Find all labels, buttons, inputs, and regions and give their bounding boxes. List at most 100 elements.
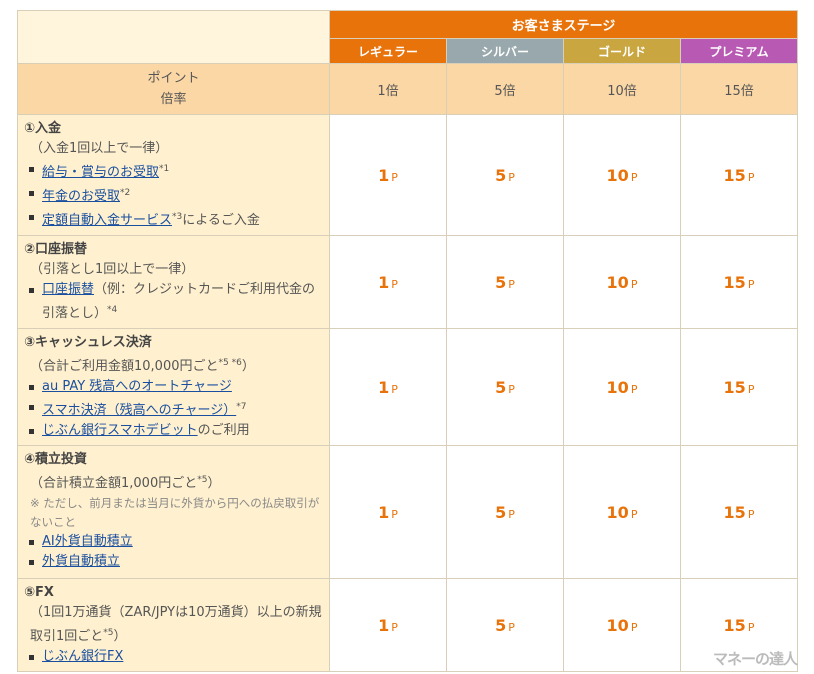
points-cell: 1P — [329, 578, 447, 672]
category-account-transfer: ②口座振替 （引落とし1回以上で一律） 口座振替（例：クレジットカードご利用代金… — [17, 235, 330, 329]
list-item: 定額自動入金サービス*3によるご入金 — [24, 207, 323, 231]
fx-accumulation-link[interactable]: 外貨自動積立 — [42, 554, 120, 569]
points-table: お客さまステージ レギュラー シルバー ゴールド プレミアム ポイント 倍率 1… — [17, 10, 798, 672]
rate-silver: 5倍 — [446, 63, 564, 115]
list-item: au PAY 残高へのオートチャージ — [24, 377, 323, 397]
rate-label-line1: ポイント — [147, 71, 200, 86]
table-row: ②口座振替 （引落とし1回以上で一律） 口座振替（例：クレジットカードご利用代金… — [17, 235, 798, 329]
stage-header-title: お客さまステージ — [329, 10, 798, 39]
points-value: 1 — [378, 377, 390, 397]
category-investment: ④積立投資 （合計積立金額1,000円ごと*5） ※ ただし、前月または当月に外… — [17, 445, 330, 579]
points-cell: 5P — [446, 445, 564, 579]
points-cell: 15 P — [680, 328, 798, 446]
points-unit: P — [508, 277, 515, 291]
category-title: ④積立投資 — [24, 452, 88, 467]
points-unit: P — [391, 620, 398, 634]
ai-fx-accumulation-link[interactable]: AI外貨自動積立 — [42, 534, 133, 549]
account-transfer-link[interactable]: 口座振替 — [42, 282, 94, 297]
points-cell: 10 P — [563, 578, 681, 672]
points-cell: 15 P — [680, 235, 798, 329]
points-value: 1 — [378, 615, 390, 635]
list-item: 給与・賞与のお受取*1 — [24, 159, 323, 183]
category-fx: ⑤FX （1回1万通貨（ZAR/JPYは10万通貨）以上の新規取引1回ごと*5）… — [17, 578, 330, 672]
points-value: 10 — [606, 165, 629, 185]
points-unit: P — [391, 277, 398, 291]
points-value: 5 — [495, 272, 507, 292]
points-unit: P — [630, 620, 638, 634]
category-title: ②口座振替 — [24, 242, 88, 257]
points-value: 1 — [378, 165, 390, 185]
category-title: ③キャッシュレス決済 — [24, 335, 152, 350]
points-unit: P — [747, 382, 755, 396]
list-item: AI外貨自動積立 — [24, 532, 323, 552]
rate-regular: 1倍 — [329, 63, 447, 115]
jibun-bank-fx-link[interactable]: じぶん銀行FX — [42, 649, 123, 664]
points-value: 15 — [723, 165, 746, 185]
points-unit: P — [630, 170, 638, 184]
points-value: 5 — [495, 615, 507, 635]
list-item: スマホ決済（残高へのチャージ）*7 — [24, 397, 323, 421]
point-rate-label: ポイント 倍率 — [17, 63, 330, 115]
table-row: ④積立投資 （合計積立金額1,000円ごと*5） ※ ただし、前月または当月に外… — [17, 445, 798, 579]
rate-gold: 10倍 — [563, 63, 681, 115]
points-cell: 10 P — [563, 114, 681, 236]
points-unit: P — [508, 620, 515, 634]
points-unit: P — [508, 170, 515, 184]
points-unit: P — [747, 620, 755, 634]
points-unit: P — [630, 382, 638, 396]
stage-gold: ゴールド — [563, 38, 681, 64]
stage-silver: シルバー — [446, 38, 564, 64]
footnote-mark: *5 — [197, 475, 208, 485]
points-value: 15 — [723, 272, 746, 292]
points-value: 15 — [723, 615, 746, 635]
points-unit: P — [391, 170, 398, 184]
header-corner — [17, 10, 330, 64]
smartphone-debit-link[interactable]: じぶん銀行スマホデビット — [42, 423, 198, 438]
list-item: じぶん銀行スマホデビットのご利用 — [24, 421, 323, 441]
points-unit: P — [747, 277, 755, 291]
points-cell: 5P — [446, 328, 564, 446]
footnote-mark: *5 — [103, 628, 114, 638]
table-row: ⑤FX （1回1万通貨（ZAR/JPYは10万通貨）以上の新規取引1回ごと*5）… — [17, 578, 798, 672]
points-unit: P — [391, 382, 398, 396]
category-note: （引落とし1回以上で一律） — [30, 262, 195, 277]
points-unit: P — [630, 277, 638, 291]
salary-link[interactable]: 給与・賞与のお受取 — [42, 165, 159, 180]
footnote-mark: *3 — [172, 212, 183, 222]
points-value: 10 — [606, 502, 629, 522]
points-cell: 10 P — [563, 235, 681, 329]
auto-deposit-link[interactable]: 定額自動入金サービス — [42, 213, 172, 228]
points-unit: P — [508, 382, 515, 396]
au-pay-charge-link[interactable]: au PAY 残高へのオートチャージ — [42, 379, 232, 394]
list-item: じぶん銀行FX — [24, 647, 323, 667]
list-item: 口座振替（例：クレジットカードご利用代金の引落とし）*4 — [24, 280, 323, 324]
points-unit: P — [391, 507, 398, 521]
footnote-mark: *4 — [107, 305, 118, 315]
points-value: 1 — [378, 272, 390, 292]
category-warning: ※ ただし、前月または当月に外貨から円への払戻取引がないこと — [30, 496, 320, 529]
points-value: 10 — [606, 615, 629, 635]
points-value: 15 — [723, 377, 746, 397]
points-cell: 5P — [446, 114, 564, 236]
points-value: 5 — [495, 377, 507, 397]
points-cell: 5P — [446, 235, 564, 329]
footnote-mark: *2 — [120, 188, 131, 198]
pension-link[interactable]: 年金のお受取 — [42, 189, 120, 204]
points-value: 5 — [495, 165, 507, 185]
points-cell: 5P — [446, 578, 564, 672]
points-value: 10 — [606, 377, 629, 397]
points-unit: P — [630, 507, 638, 521]
rate-premium: 15倍 — [680, 63, 798, 115]
category-title: ①入金 — [24, 121, 62, 136]
category-note: （合計ご利用金額10,000円ごと*5 *6） — [30, 358, 255, 374]
points-cell: 1P — [329, 445, 447, 579]
points-unit: P — [508, 507, 515, 521]
points-value: 5 — [495, 502, 507, 522]
points-unit: P — [747, 507, 755, 521]
smartphone-payment-link[interactable]: スマホ決済（残高へのチャージ） — [42, 403, 236, 418]
stage-premium: プレミアム — [680, 38, 798, 64]
category-note: （1回1万通貨（ZAR/JPYは10万通貨）以上の新規取引1回ごと*5） — [30, 605, 322, 644]
list-item: 年金のお受取*2 — [24, 183, 323, 207]
rate-label-line2: 倍率 — [160, 92, 187, 107]
points-value: 10 — [606, 272, 629, 292]
